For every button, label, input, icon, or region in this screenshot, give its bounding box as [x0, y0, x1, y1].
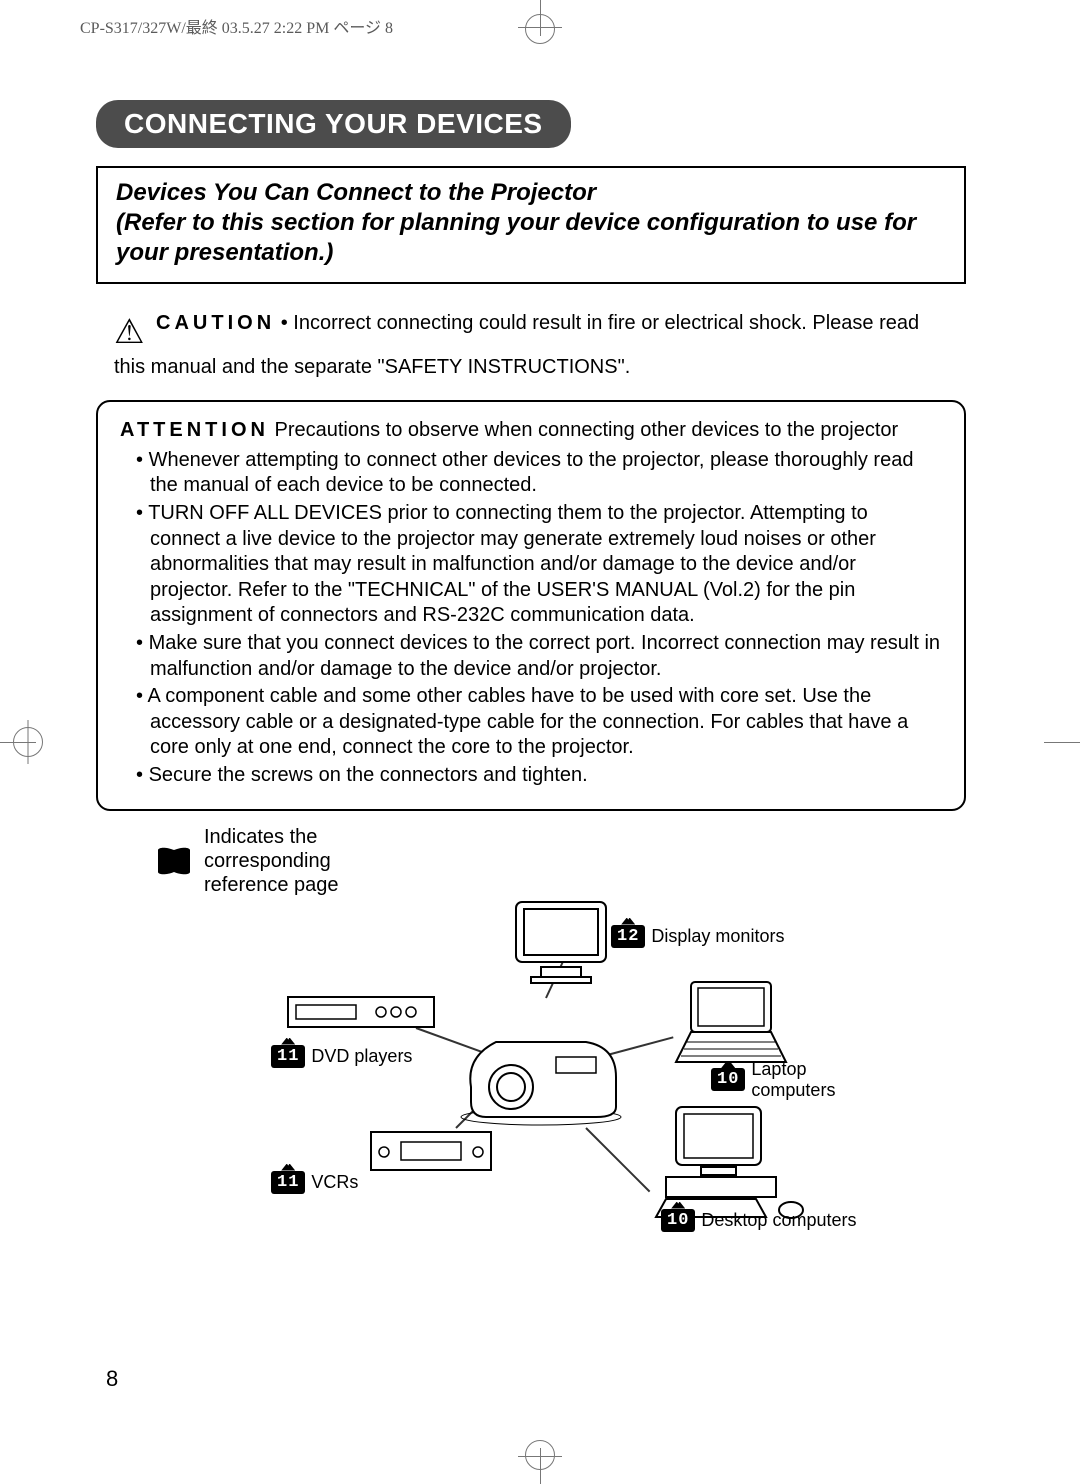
attention-label: ATTENTION: [120, 419, 269, 441]
book-icon: [156, 846, 192, 876]
desktop-device: [646, 1102, 816, 1222]
projector-device: [456, 1017, 626, 1127]
display-monitors-label: Display monitors: [651, 926, 784, 947]
attention-bullet: A component cable and some other cables …: [136, 684, 942, 761]
vcrs-ref: 11 VCRs: [271, 1171, 358, 1194]
attention-bullet: Secure the screws on the connectors and …: [136, 763, 942, 789]
page-ref-badge: 10: [711, 1068, 745, 1091]
attention-bullets: Whenever attempting to connect other dev…: [120, 448, 942, 789]
desktop-computers-label: Desktop computers: [701, 1210, 856, 1231]
caution-label: CAUTION: [156, 312, 275, 334]
vcr-device: [366, 1122, 496, 1177]
page-number: 8: [106, 1366, 118, 1392]
attention-box: ATTENTION Precautions to observe when co…: [96, 400, 966, 810]
desktop-icon: [646, 1102, 816, 1222]
section-title: CONNECTING YOUR DEVICES: [96, 100, 571, 148]
desktop-computers-ref: 10 Desktop computers: [661, 1209, 856, 1232]
crop-mark-icon: [525, 14, 555, 44]
crop-mark-icon: [525, 1440, 555, 1470]
vcrs-label: VCRs: [311, 1172, 358, 1193]
laptop-icon: [666, 977, 796, 1067]
crop-mark-icon: [518, 1456, 562, 1457]
crop-mark-icon: [1044, 742, 1080, 743]
dvd-players-label: DVD players: [311, 1046, 412, 1067]
display-monitor-device: [506, 897, 616, 987]
attention-bullet: Whenever attempting to connect other dev…: [136, 448, 942, 499]
page-ref-badge: 12: [611, 925, 645, 948]
connection-line: [585, 1127, 650, 1192]
vcr-icon: [366, 1122, 496, 1177]
warning-icon: ⚠: [114, 310, 144, 354]
intro-box: Devices You Can Connect to the Projector…: [96, 166, 966, 284]
crop-header-text: CP-S317/327W/最終 03.5.27 2:22 PM ページ 8: [80, 14, 393, 38]
legend-text: Indicates the corresponding reference pa…: [204, 825, 384, 897]
display-monitors-ref: 12 Display monitors: [611, 925, 784, 948]
legend-row: Indicates the corresponding reference pa…: [156, 825, 966, 897]
laptop-computers-ref: 10 Laptop computers: [711, 1059, 876, 1101]
crop-mark-icon: [518, 27, 562, 28]
intro-line-2: (Refer to this section for planning your…: [116, 208, 946, 268]
attention-lead: Precautions to observe when connecting o…: [269, 419, 898, 441]
page-ref-badge: 11: [271, 1045, 305, 1068]
caution-block: ⚠ CAUTION • Incorrect connecting could r…: [96, 310, 966, 380]
dvd-player-device: [286, 987, 436, 1032]
intro-line-1: Devices You Can Connect to the Projector: [116, 178, 946, 208]
crop-mark-icon: [28, 720, 29, 764]
attention-bullet: TURN OFF ALL DEVICES prior to connecting…: [136, 501, 942, 629]
content-area: CONNECTING YOUR DEVICES Devices You Can …: [96, 100, 966, 1307]
laptop-device: [666, 977, 796, 1067]
dvd-players-ref: 11 DVD players: [271, 1045, 412, 1068]
dvd-player-icon: [286, 987, 436, 1032]
attention-bullet: Make sure that you connect devices to th…: [136, 631, 942, 682]
manual-page: CP-S317/327W/最終 03.5.27 2:22 PM ページ 8 CO…: [0, 0, 1080, 1484]
page-ref-badge: 11: [271, 1171, 305, 1194]
page-ref-badge: 10: [661, 1209, 695, 1232]
laptop-computers-label: Laptop computers: [751, 1059, 876, 1101]
projector-icon: [456, 1017, 626, 1127]
connection-diagram: 12 Display monitors 11 DVD players: [156, 907, 876, 1307]
monitor-icon: [506, 897, 616, 987]
